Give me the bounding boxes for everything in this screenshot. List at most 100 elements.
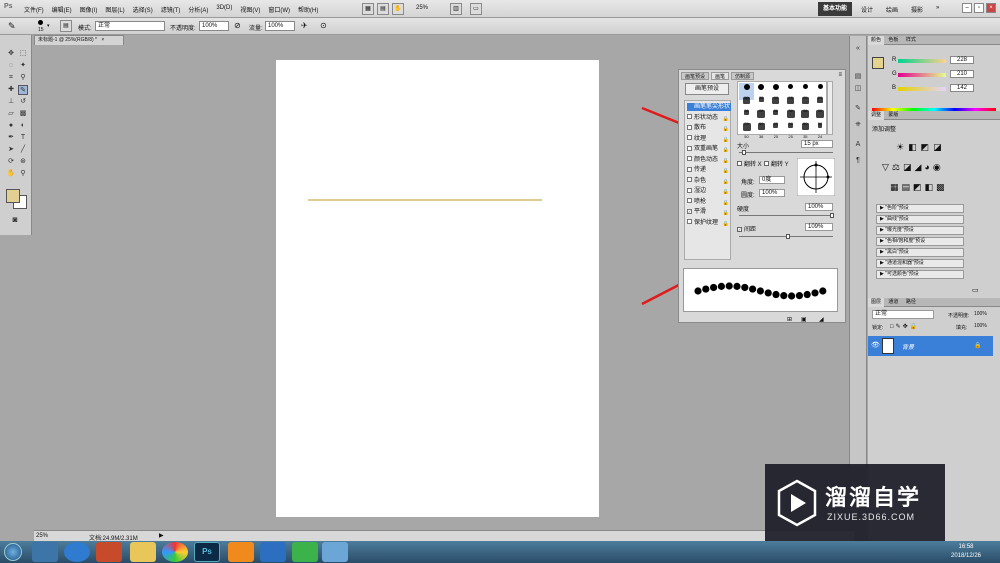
bridge-icon[interactable]: ▦ [362, 3, 374, 15]
brush-option-checkbox[interactable] [687, 156, 692, 162]
airbrush-icon[interactable]: ✈ [301, 21, 308, 30]
opacity-input[interactable]: 100% [199, 21, 229, 31]
angle-roundness-widget[interactable] [797, 158, 835, 196]
brush-option-item[interactable]: ✓ 平滑 🔒 [687, 208, 731, 216]
brush-tip[interactable]: 36 [754, 122, 769, 139]
taskbar-app-orange-icon[interactable] [228, 542, 254, 562]
adjustment-icons-row-1[interactable]: ☀◧◩◪ [896, 142, 946, 153]
lock-icon[interactable]: 🔒 [723, 188, 729, 196]
workspace-painting[interactable]: 绘画 [886, 5, 898, 14]
minimize-button[interactable]: – [962, 3, 972, 13]
mode-select[interactable]: 正常 [95, 21, 165, 31]
tab-styles[interactable]: 样式 [903, 36, 919, 45]
crop-tool-icon[interactable]: ⌗ [6, 73, 16, 83]
menu-item[interactable]: 文件(F) [24, 5, 44, 14]
tab-color[interactable]: 颜色 [868, 36, 885, 45]
lock-icon[interactable]: 🔒 [723, 125, 729, 133]
history-brush-tool-icon[interactable]: ↺ [18, 97, 28, 107]
taskbar-app-blue-icon[interactable] [322, 542, 348, 562]
toggle-live-tip-icon[interactable]: ⊞ [787, 316, 792, 323]
brush-tip[interactable]: 25 [783, 122, 798, 139]
lock-icon[interactable]: 🔒 [723, 136, 729, 144]
healing-brush-tool-icon[interactable]: ✚ [6, 85, 16, 95]
line-tool-icon[interactable]: ╱ [18, 145, 28, 155]
adjustment-preset-item[interactable]: ▶ "色阶"预设 [876, 204, 964, 213]
hardness-slider[interactable] [739, 215, 833, 216]
brush-option-checkbox[interactable] [687, 198, 692, 204]
document-canvas[interactable] [276, 60, 599, 517]
layers-opacity-value[interactable]: 100% [974, 311, 987, 317]
panel-resize-icon[interactable]: ◢ [819, 316, 824, 323]
brush-option-item[interactable]: 杂色 🔒 [687, 177, 731, 185]
taskbar-photoshop-icon[interactable]: Ps [194, 542, 220, 562]
menu-item[interactable]: 图像(I) [80, 5, 98, 14]
brush-panel-toggle-icon[interactable]: ▤ [60, 20, 72, 32]
tab-brush-presets[interactable]: 画笔预设 [681, 72, 710, 80]
menu-item[interactable]: 分析(A) [188, 5, 208, 14]
brush-option-checkbox[interactable] [687, 145, 692, 151]
tab-swatches[interactable]: 色板 [885, 36, 901, 45]
tab-masks[interactable]: 蒙版 [885, 111, 901, 120]
blend-mode-select[interactable]: 正常 [872, 310, 934, 319]
taskbar-wps-icon[interactable] [260, 542, 286, 562]
angle-input[interactable]: 0度 [759, 176, 785, 184]
quick-mask-icon[interactable]: ◙ [10, 215, 20, 225]
g-value[interactable]: 210 [950, 70, 974, 78]
history-panel-icon[interactable]: ▤ [853, 72, 863, 82]
r-slider[interactable] [898, 59, 946, 63]
restore-button[interactable]: ▫ [974, 3, 984, 13]
brush-option-checkbox[interactable] [687, 177, 692, 183]
roundness-input[interactable]: 100% [759, 189, 785, 197]
menu-item[interactable]: 帮助(H) [298, 5, 318, 14]
hardness-input[interactable]: 100% [805, 203, 833, 211]
marquee-tool-icon[interactable]: ⬚ [18, 49, 28, 59]
move-tool-icon[interactable]: ✥ [6, 49, 16, 59]
brush-option-item[interactable]: 湿边 🔒 [687, 187, 731, 195]
brush-option-checkbox[interactable] [687, 135, 692, 141]
menu-item[interactable]: 3D(D) [216, 5, 232, 14]
adjustment-preset-item[interactable]: ▶ "通道混和器"预设 [876, 259, 964, 268]
b-value[interactable]: 142 [950, 84, 974, 92]
brush-tool-icon[interactable]: ✎ [18, 85, 28, 95]
screen-mode-icon[interactable]: ▭ [470, 3, 482, 15]
brush-option-item[interactable]: 形状动态 🔒 [687, 114, 731, 122]
pressure-size-icon[interactable]: ⊙ [320, 21, 327, 30]
lock-icon[interactable]: 🔒 [723, 220, 729, 228]
blur-tool-icon[interactable]: ● [6, 121, 16, 131]
layer-row-background[interactable]: 👁 背景 🔒 [868, 336, 993, 356]
menu-item[interactable]: 图层(L) [105, 5, 124, 14]
brush-tip[interactable]: 35 [798, 122, 813, 139]
taskbar-explorer-icon[interactable] [130, 542, 156, 562]
hand-tool-icon[interactable]: ✋ [6, 169, 16, 179]
lock-icon[interactable]: 🔒 [723, 146, 729, 154]
taskbar-media-icon[interactable] [96, 542, 122, 562]
brush-tip[interactable]: 25 [768, 122, 783, 139]
adjustment-icons-row-3[interactable]: ▦▤◩◧▩ [890, 182, 948, 193]
taskbar-clock[interactable]: 16:58 2018/12/26 [946, 543, 986, 561]
spacing-input[interactable]: 109% [805, 223, 833, 231]
brush-option-item[interactable]: 传递 🔒 [687, 166, 731, 174]
lock-icon[interactable]: 🔒 [723, 157, 729, 165]
3d-rotate-tool-icon[interactable]: ⟳ [6, 157, 16, 167]
brush-tip-grid[interactable]: 3030302525253625363636322550255050505036… [737, 81, 827, 139]
adjustment-icons-row-2[interactable]: ▽⚖◪◢◕◉ [882, 162, 944, 173]
flow-input[interactable]: 100% [265, 21, 295, 31]
brush-option-item[interactable]: 纹理 🔒 [687, 135, 731, 143]
path-select-tool-icon[interactable]: ➤ [6, 145, 16, 155]
tab-layers[interactable]: 图层 [868, 298, 885, 307]
hand-tool-icon[interactable]: ✋ [392, 3, 404, 15]
pressure-opacity-icon[interactable]: ⊘ [234, 21, 241, 30]
brush-tip[interactable]: 24 [813, 122, 828, 139]
adjustment-preset-item[interactable]: ▶ "可选颜色"预设 [876, 270, 964, 279]
chevron-down-icon[interactable]: ▾ [47, 23, 50, 29]
lock-icon[interactable]: 🔒 [723, 178, 729, 186]
zoom-tool-icon[interactable]: ⚲ [18, 169, 28, 179]
taskbar-app-1[interactable] [32, 542, 58, 562]
brush-panel-icon[interactable]: ✎ [853, 104, 863, 114]
brush-option-item[interactable]: 保护纹理 🔒 [687, 219, 731, 227]
color-panel-fg-swatch[interactable] [872, 57, 884, 69]
brush-option-checkbox[interactable] [687, 124, 692, 130]
brush-option-item[interactable]: 画笔笔尖形状 [687, 103, 731, 111]
adjustments-footer-icon[interactable]: ▭ [972, 286, 979, 294]
layer-name[interactable]: 背景 [902, 342, 914, 351]
